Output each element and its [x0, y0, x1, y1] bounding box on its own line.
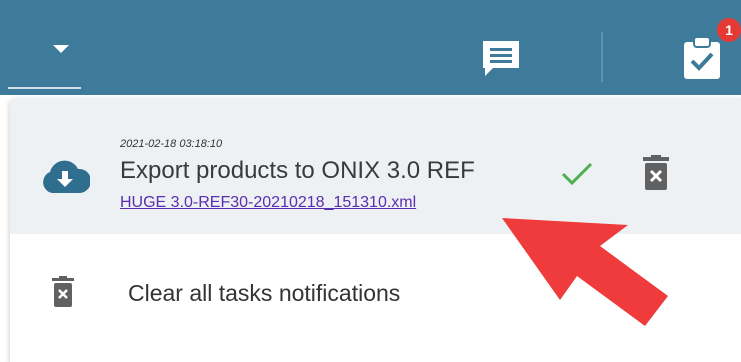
top-toolbar [0, 0, 741, 95]
task-title: Export products to ONIX 3.0 REF [120, 157, 475, 184]
toolbar-divider [601, 32, 603, 82]
cloud-download-icon [43, 160, 90, 193]
notification-badge: 1 [717, 18, 741, 42]
clipboard-check-icon[interactable] [681, 36, 723, 80]
check-icon [561, 162, 593, 186]
task-timestamp: 2021-02-18 03:18:10 [120, 138, 223, 150]
clear-all-trash-icon[interactable] [51, 276, 75, 308]
chat-icon[interactable] [481, 38, 521, 78]
chevron-down-icon[interactable] [53, 45, 69, 53]
task-file-link[interactable]: HUGE 3.0-REF30-20210218_151310.xml [120, 194, 416, 212]
trash-icon[interactable] [642, 155, 670, 191]
dropdown-underline [8, 87, 81, 89]
clear-all-notifications-button[interactable]: Clear all tasks notifications [128, 280, 400, 307]
